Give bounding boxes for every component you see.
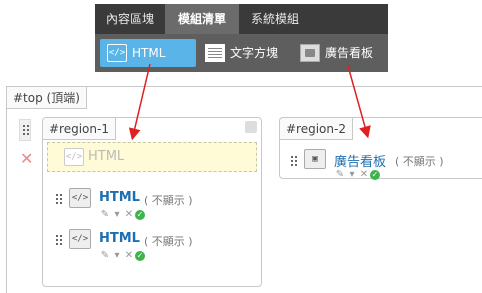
arrow-to-region-1 [128, 63, 151, 141]
drag-arrows [128, 63, 371, 141]
arrow-to-region-2 [347, 65, 371, 139]
